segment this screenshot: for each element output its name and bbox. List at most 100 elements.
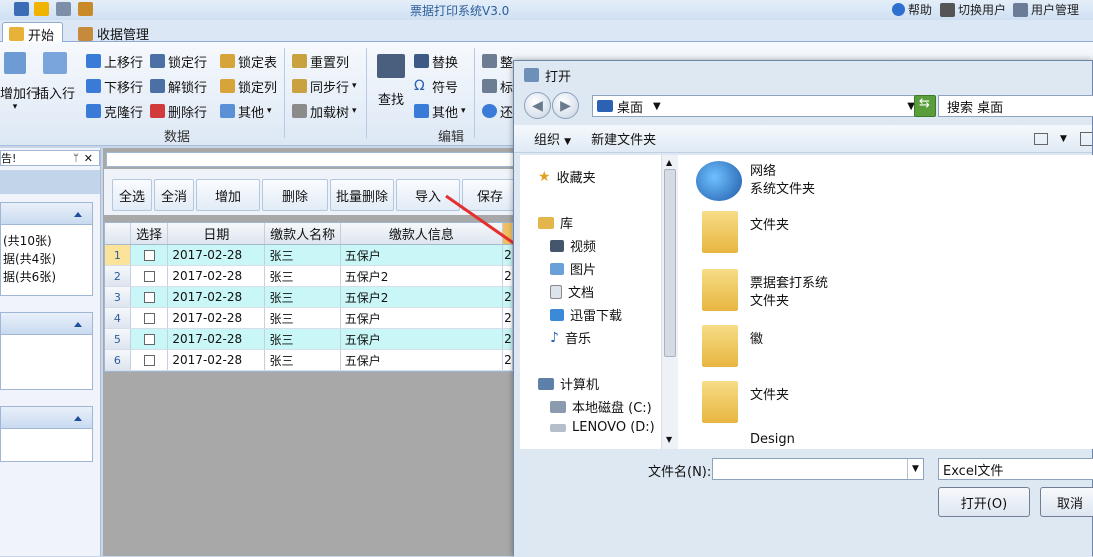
cancel-button[interactable]: 取消 bbox=[1040, 487, 1093, 517]
payer-info-cell[interactable]: 五保户 bbox=[341, 329, 504, 349]
row-checkbox[interactable] bbox=[143, 291, 155, 303]
address-bar[interactable]: 桌面 ▼ ▼ bbox=[592, 95, 922, 117]
scroll-thumb[interactable] bbox=[664, 169, 676, 357]
date-cell[interactable]: 2017-02-28 bbox=[168, 308, 266, 328]
load-tree-button[interactable]: 加载树 ▾ bbox=[292, 101, 357, 121]
collapse-header[interactable] bbox=[1, 203, 92, 225]
payer-info-cell[interactable]: 五保户 bbox=[341, 350, 504, 370]
organize-button[interactable]: 组织 ▼ bbox=[534, 129, 571, 148]
lock-table-button[interactable]: 锁定表 bbox=[220, 51, 277, 71]
unlock-row-button[interactable]: 解锁行 bbox=[150, 76, 207, 96]
file-item-receipt-system[interactable]: 票据套打系统 文件夹 bbox=[750, 275, 828, 311]
lock-row-button[interactable]: 锁定行 bbox=[150, 51, 207, 71]
move-up-button[interactable]: 上移行 bbox=[86, 51, 143, 71]
print-icon[interactable] bbox=[56, 2, 71, 16]
nav-pictures[interactable]: 图片 bbox=[550, 259, 596, 278]
payer-name-cell[interactable]: 张三 bbox=[265, 350, 341, 370]
collapse-header[interactable] bbox=[1, 313, 92, 335]
clone-row-button[interactable]: 克隆行 bbox=[86, 101, 143, 121]
preview-pane-icon[interactable] bbox=[1080, 131, 1092, 146]
deselect-all-button[interactable]: 全消 bbox=[154, 179, 194, 211]
row-checkbox[interactable] bbox=[143, 249, 155, 261]
nav-music[interactable]: ♪ 音乐 bbox=[550, 328, 591, 348]
column-header-date[interactable]: 日期 bbox=[168, 223, 266, 244]
lock-column-button[interactable]: 锁定列 bbox=[220, 76, 277, 96]
sync-row-button[interactable]: 同步行 ▾ bbox=[292, 76, 357, 96]
folder-icon[interactable] bbox=[34, 2, 49, 16]
refresh-button[interactable]: ⇆ bbox=[914, 95, 936, 117]
nav-disk-c[interactable]: 本地磁盘 (C:) bbox=[550, 397, 652, 416]
view-chevron-icon[interactable]: ▼ bbox=[1060, 134, 1067, 144]
symbol-button[interactable]: Ω 符号 bbox=[414, 76, 466, 96]
nav-disk-d[interactable]: LENOVO (D:) bbox=[550, 420, 655, 435]
new-folder-button[interactable]: 新建文件夹 bbox=[591, 129, 656, 148]
tools-icon[interactable] bbox=[78, 2, 93, 16]
switch-user-button[interactable]: 切换用户 bbox=[940, 1, 1006, 18]
user-icon[interactable] bbox=[14, 2, 29, 16]
find-button[interactable]: 查找 bbox=[374, 54, 408, 108]
payer-info-cell[interactable]: 五保户 bbox=[341, 308, 504, 328]
add-row-button[interactable]: 增加行 ▾ bbox=[0, 52, 39, 112]
insert-row-button[interactable]: 插入行 bbox=[36, 52, 75, 102]
forward-button[interactable]: ▶ bbox=[552, 92, 579, 119]
payer-name-cell[interactable]: 张三 bbox=[265, 308, 341, 328]
other-edit-button[interactable]: 其他 ▾ bbox=[414, 101, 466, 121]
file-item-hui[interactable]: 徽 bbox=[750, 331, 763, 349]
delete-row-button[interactable]: 删除行 bbox=[150, 101, 207, 121]
row-checkbox[interactable] bbox=[143, 312, 155, 324]
back-button[interactable]: ◀ bbox=[524, 92, 551, 119]
other-table-button[interactable]: 其他 ▾ bbox=[220, 101, 277, 121]
scroll-up-icon[interactable]: ▲ bbox=[666, 158, 672, 167]
file-item-folder[interactable]: 文件夹 bbox=[750, 217, 789, 235]
open-button[interactable]: 打开(O) bbox=[938, 487, 1030, 517]
extra-cell[interactable]: 2 bbox=[503, 287, 513, 307]
batch-delete-button[interactable]: 批量删除 bbox=[330, 179, 394, 211]
dialog-title-bar[interactable]: 打开 bbox=[514, 61, 1092, 89]
column-header-payer-name[interactable]: 缴款人名称 bbox=[265, 223, 341, 244]
extra-cell[interactable]: 2 bbox=[503, 329, 513, 349]
list-item[interactable]: 据(共4张) bbox=[1, 250, 92, 268]
payer-info-cell[interactable]: 五保户2 bbox=[341, 287, 504, 307]
date-cell[interactable]: 2017-02-28 bbox=[168, 245, 266, 265]
tab-receipt-manage[interactable]: 收据管理 bbox=[72, 22, 157, 43]
row-checkbox[interactable] bbox=[143, 333, 155, 345]
row-checkbox[interactable] bbox=[143, 270, 155, 282]
payer-name-cell[interactable]: 张三 bbox=[265, 266, 341, 286]
date-cell[interactable]: 2017-02-28 bbox=[168, 350, 266, 370]
filter-bar[interactable] bbox=[106, 152, 514, 167]
search-input[interactable]: 搜索 桌面 bbox=[938, 95, 1093, 117]
delete-button[interactable]: 删除 bbox=[262, 179, 328, 211]
list-item[interactable]: (共10张) bbox=[1, 232, 92, 250]
payer-name-cell[interactable]: 张三 bbox=[265, 329, 341, 349]
ribbon-button-6a[interactable]: 整 bbox=[482, 51, 513, 71]
table-row[interactable]: 6 2017-02-28 张三 五保户 2 bbox=[105, 350, 513, 371]
nav-scrollbar[interactable]: ▲ ▼ bbox=[661, 155, 678, 449]
file-item-folder-2[interactable]: 文件夹 bbox=[750, 387, 789, 405]
nav-thunder[interactable]: 迅雷下载 bbox=[550, 305, 622, 324]
extra-cell[interactable]: 2 bbox=[503, 308, 513, 328]
date-cell[interactable]: 2017-02-28 bbox=[168, 329, 266, 349]
table-row[interactable]: 3 2017-02-28 张三 五保户2 2 bbox=[105, 287, 513, 308]
table-row[interactable]: 5 2017-02-28 张三 五保户 2 bbox=[105, 329, 513, 350]
collapse-header[interactable] bbox=[1, 407, 92, 429]
tab-start[interactable]: 开始 bbox=[2, 22, 64, 44]
nav-libraries[interactable]: 库 bbox=[538, 213, 573, 232]
user-manage-button[interactable]: 用户管理 bbox=[1013, 1, 1079, 18]
close-icon[interactable]: ✕ bbox=[84, 152, 93, 165]
file-item-network[interactable]: 网络 系统文件夹 bbox=[750, 163, 815, 199]
nav-computer[interactable]: 计算机 bbox=[538, 374, 599, 393]
filename-input[interactable]: ▼ bbox=[712, 458, 924, 480]
nav-documents[interactable]: 文档 bbox=[550, 282, 594, 301]
extra-cell[interactable]: 2 bbox=[503, 350, 513, 370]
nav-video[interactable]: 视频 bbox=[550, 236, 596, 255]
payer-name-cell[interactable]: 张三 bbox=[265, 287, 341, 307]
add-button[interactable]: 增加 bbox=[196, 179, 260, 211]
payer-name-cell[interactable]: 张三 bbox=[265, 245, 341, 265]
date-cell[interactable]: 2017-02-28 bbox=[168, 266, 266, 286]
ribbon-button-6b[interactable]: 标 bbox=[482, 76, 513, 96]
column-header-select[interactable]: 选择 bbox=[131, 223, 169, 244]
scroll-down-icon[interactable]: ▼ bbox=[666, 435, 672, 444]
reset-column-button[interactable]: 重置列 bbox=[292, 51, 357, 71]
help-button[interactable]: 帮助 bbox=[892, 1, 932, 18]
replace-button[interactable]: 替换 bbox=[414, 51, 466, 71]
